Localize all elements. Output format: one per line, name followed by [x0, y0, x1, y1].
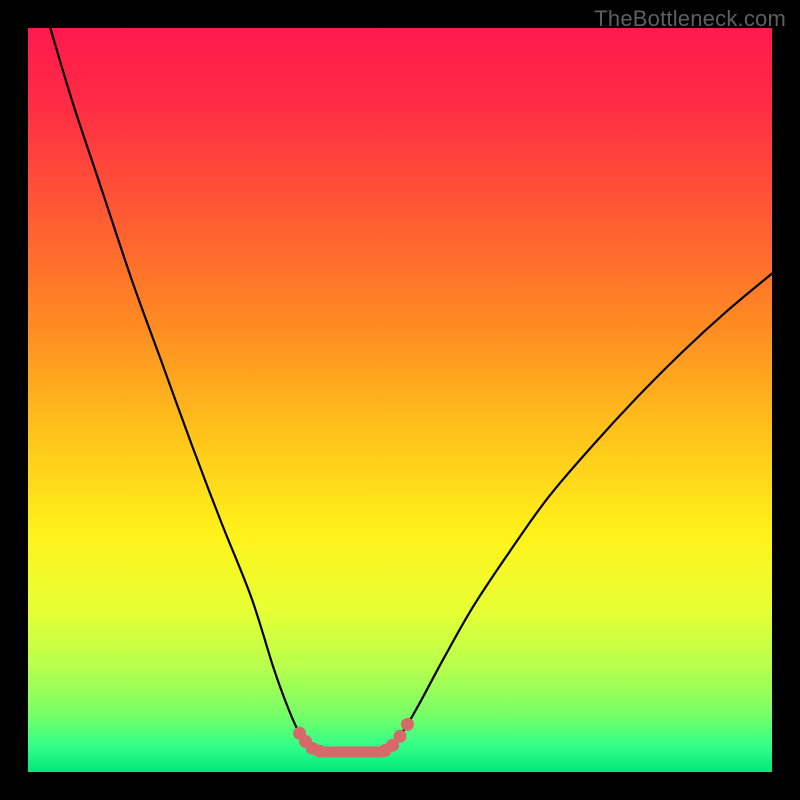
curve-marker — [313, 745, 326, 758]
bottleneck-chart — [28, 28, 772, 772]
curve-marker — [394, 730, 407, 743]
watermark-text: TheBottleneck.com — [594, 6, 786, 32]
gradient-background — [28, 28, 772, 772]
curve-marker — [401, 718, 414, 731]
chart-frame: TheBottleneck.com — [0, 0, 800, 800]
